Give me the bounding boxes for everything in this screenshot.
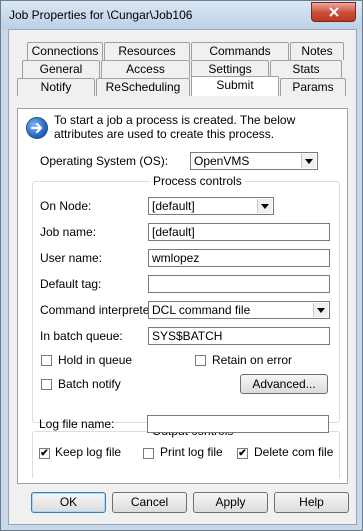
process-controls-title: Process controls	[150, 174, 245, 188]
job-name-label: Job name:	[40, 225, 97, 239]
title-bar[interactable]: Job Properties for \Cungar\Job106	[1, 1, 362, 29]
info-text: To start a job a process is created. The…	[54, 113, 296, 141]
advanced-button[interactable]: Advanced...	[240, 374, 328, 394]
tab-rescheduling[interactable]: ReScheduling	[96, 78, 190, 96]
tab-commands[interactable]: Commands	[191, 42, 289, 60]
log-file-input[interactable]	[147, 415, 329, 433]
hold-in-queue-checkbox[interactable]	[41, 355, 52, 366]
batch-notify-checkbox[interactable]	[41, 379, 52, 390]
retain-on-error-checkbox[interactable]	[195, 355, 206, 366]
close-icon	[328, 7, 339, 17]
print-log-file-label: Print log file	[160, 445, 223, 459]
batch-queue-label: In batch queue:	[40, 329, 123, 343]
os-select[interactable]: OpenVMS	[190, 152, 318, 170]
keep-log-file-label: Keep log file	[55, 445, 122, 459]
apply-button[interactable]: Apply	[193, 492, 268, 513]
chevron-down-icon	[257, 199, 272, 213]
tab-access[interactable]: Access	[101, 60, 190, 78]
command-interpreter-select[interactable]: DCL command file	[148, 301, 330, 319]
batch-notify-label: Batch notify	[58, 377, 121, 391]
retain-on-error-label: Retain on error	[212, 353, 293, 367]
on-node-select[interactable]: [default]	[148, 197, 274, 215]
os-value: OpenVMS	[194, 154, 250, 168]
job-name-input[interactable]: [default]	[148, 223, 330, 241]
hold-in-queue-label: Hold in queue	[58, 353, 133, 367]
tab-resources[interactable]: Resources	[104, 42, 190, 60]
help-button[interactable]: Help	[274, 492, 349, 513]
print-log-file-checkbox[interactable]	[143, 448, 154, 459]
ok-button[interactable]: OK	[31, 492, 106, 513]
job-properties-window: Job Properties for \Cungar\Job106 Connec…	[0, 0, 363, 531]
on-node-value: [default]	[152, 199, 195, 213]
user-name-input[interactable]: wmlopez	[148, 249, 330, 267]
on-node-label: On Node:	[40, 199, 92, 213]
tab-params[interactable]: Params	[280, 78, 346, 96]
log-file-label: Log file name:	[39, 417, 115, 431]
arrow-right-icon	[26, 117, 48, 139]
user-name-label: User name:	[40, 251, 103, 265]
tab-stats[interactable]: Stats	[270, 60, 342, 78]
window-title: Job Properties for \Cungar\Job106	[9, 8, 193, 22]
chevron-down-icon	[313, 303, 328, 317]
batch-queue-input[interactable]: SYS$BATCH	[148, 327, 330, 345]
default-tag-label: Default tag:	[40, 277, 102, 291]
tab-connections[interactable]: Connections	[27, 42, 103, 60]
tab-general[interactable]: General	[22, 60, 100, 78]
dialog-client-area: Connections Resources Commands Notes Gen…	[8, 29, 357, 525]
tab-notify[interactable]: Notify	[17, 78, 95, 96]
tab-notes[interactable]: Notes	[290, 42, 344, 60]
chevron-down-icon	[301, 154, 316, 168]
delete-com-file-label: Delete com file	[254, 445, 334, 459]
close-button[interactable]	[311, 2, 356, 22]
delete-com-file-checkbox[interactable]: ✔	[237, 448, 248, 459]
command-interpreter-label: Command interpreter:	[40, 303, 157, 317]
default-tag-input[interactable]	[148, 275, 330, 293]
command-interpreter-value: DCL command file	[152, 303, 251, 317]
os-label: Operating System (OS):	[40, 154, 169, 168]
tab-submit[interactable]: Submit	[191, 76, 279, 96]
keep-log-file-checkbox[interactable]: ✔	[39, 448, 50, 459]
cancel-button[interactable]: Cancel	[112, 492, 187, 513]
